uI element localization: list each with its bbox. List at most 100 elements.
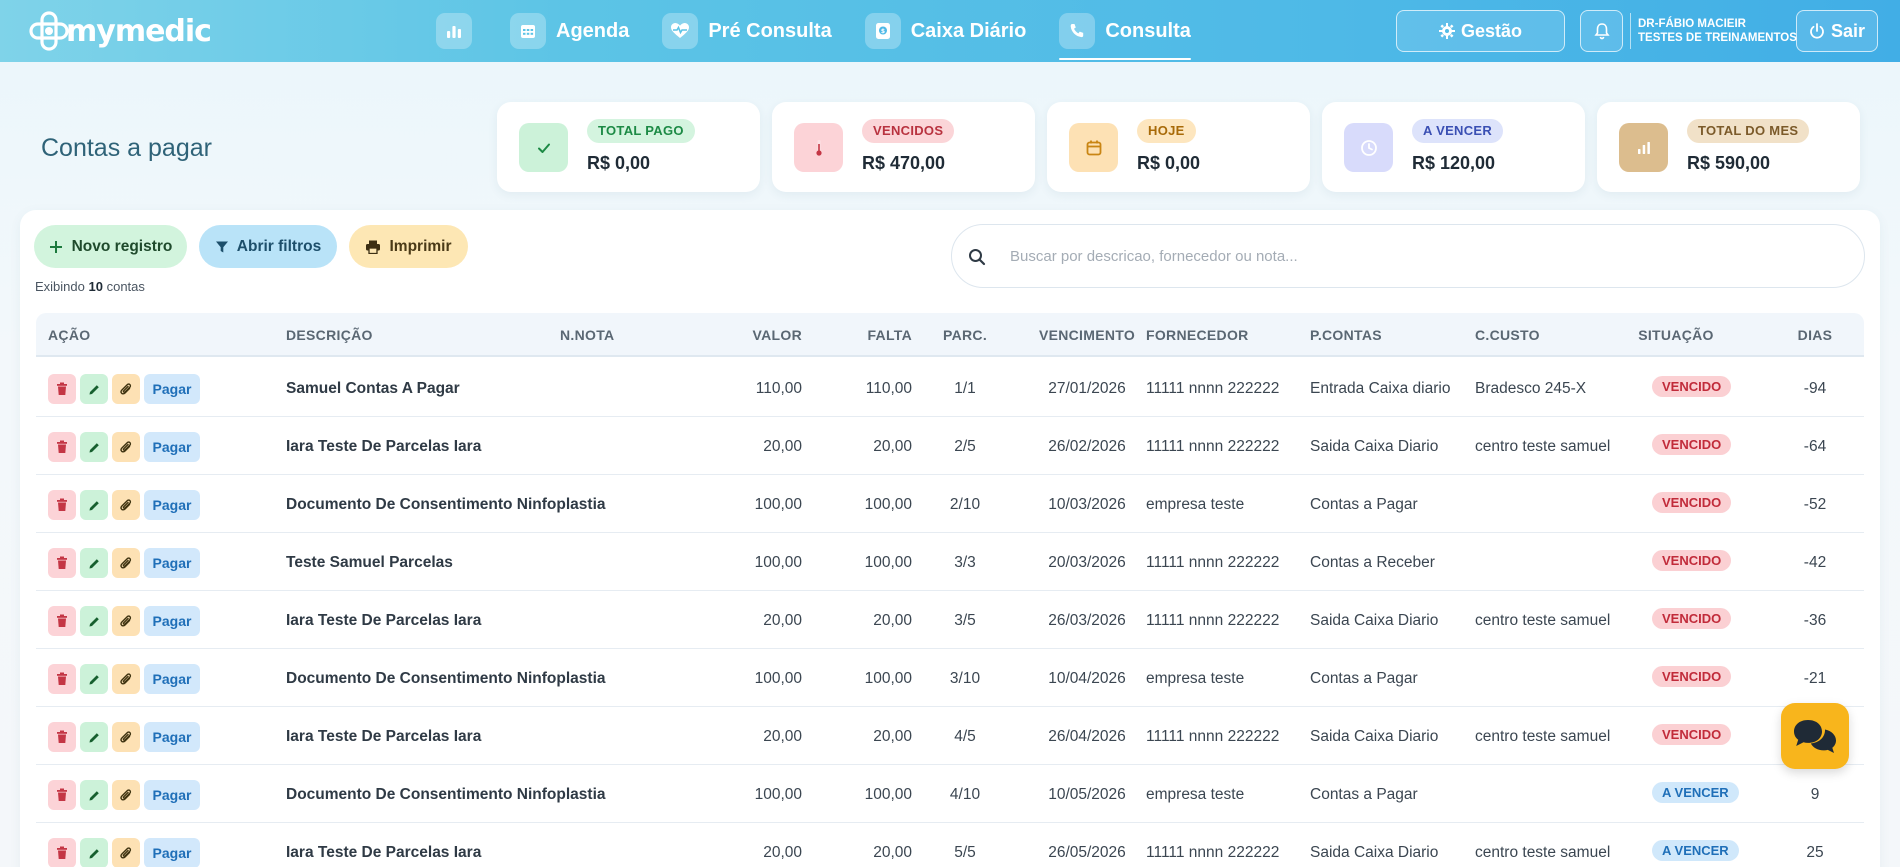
delete-button[interactable]: [48, 722, 76, 752]
delete-button[interactable]: [48, 838, 76, 867]
pay-button[interactable]: Pagar: [144, 490, 200, 520]
edit-button[interactable]: [80, 490, 108, 520]
search-box[interactable]: [951, 224, 1865, 288]
app-logo[interactable]: mymedic: [28, 10, 212, 52]
summary-card-vencidos[interactable]: VENCIDOS R$ 470,00: [772, 102, 1035, 192]
edit-button[interactable]: [80, 664, 108, 694]
attach-button[interactable]: [112, 838, 140, 867]
attach-button[interactable]: [112, 490, 140, 520]
table-row[interactable]: Pagar Iara Teste De Parcelas Iara 20,00 20,…: [36, 823, 1864, 867]
trash-icon: [56, 440, 68, 454]
attach-button[interactable]: [112, 432, 140, 462]
pencil-icon: [88, 789, 101, 802]
attach-button[interactable]: [112, 722, 140, 752]
col-header-falta[interactable]: FALTA: [836, 327, 912, 343]
status-badge: VENCIDO: [1652, 434, 1732, 455]
page-title: Contas a pagar: [41, 134, 212, 162]
col-header-valor[interactable]: VALOR: [726, 327, 802, 343]
cell-parc: 3/3: [954, 554, 976, 571]
pay-button[interactable]: Pagar: [144, 838, 200, 867]
calendar-icon: [510, 13, 546, 49]
attach-button[interactable]: [112, 664, 140, 694]
col-header-fornecedor[interactable]: FORNECEDOR: [1146, 327, 1249, 343]
pay-button[interactable]: Pagar: [144, 664, 200, 694]
table-row[interactable]: Pagar Iara Teste De Parcelas Iara 20,00 20,…: [36, 417, 1864, 475]
delete-button[interactable]: [48, 548, 76, 578]
cell-valor: 20,00: [763, 612, 802, 629]
edit-button[interactable]: [80, 780, 108, 810]
col-header-situacao[interactable]: SITUAÇÃO: [1616, 327, 1736, 343]
cell-valor: 100,00: [754, 670, 802, 687]
col-header-pcontas[interactable]: P.CONTAS: [1310, 327, 1382, 343]
cell-vencimento: 27/01/2026: [1048, 380, 1126, 397]
cell-parc: 4/5: [954, 728, 976, 745]
heart-pulse-icon: [662, 13, 699, 49]
table-row[interactable]: Pagar Documento De Consentimento Ninfopla…: [36, 475, 1864, 533]
printer-icon: [365, 240, 381, 254]
edit-button[interactable]: [80, 548, 108, 578]
attach-button[interactable]: [112, 606, 140, 636]
col-header-ccusto[interactable]: C.CUSTO: [1475, 327, 1540, 343]
pay-button[interactable]: Pagar: [144, 374, 200, 404]
col-header-parc[interactable]: PARC.: [920, 327, 1010, 343]
cell-parc: 3/5: [954, 612, 976, 629]
delete-button[interactable]: [48, 490, 76, 520]
table-row[interactable]: Pagar Teste Samuel Parcelas 100,00 100,00 3/…: [36, 533, 1864, 591]
table-row[interactable]: Pagar Documento De Consentimento Ninfopla…: [36, 765, 1864, 823]
paperclip-icon: [119, 614, 133, 629]
pencil-icon: [88, 441, 101, 454]
nav-item-agenda[interactable]: Agenda: [510, 0, 629, 62]
gestao-button[interactable]: Gestão: [1396, 10, 1565, 52]
delete-button[interactable]: [48, 374, 76, 404]
pay-button[interactable]: Pagar: [144, 548, 200, 578]
pencil-icon: [88, 499, 101, 512]
edit-button[interactable]: [80, 432, 108, 462]
edit-button[interactable]: [80, 838, 108, 867]
delete-button[interactable]: [48, 432, 76, 462]
pay-button[interactable]: Pagar: [144, 722, 200, 752]
nav-item-dashboard[interactable]: [436, 0, 482, 62]
delete-button[interactable]: [48, 606, 76, 636]
chat-button[interactable]: [1781, 703, 1849, 769]
edit-button[interactable]: [80, 722, 108, 752]
notifications-button[interactable]: [1580, 10, 1623, 52]
col-header-vencimento[interactable]: VENCIMENTO: [1012, 327, 1162, 343]
col-header-dias[interactable]: DIAS: [1776, 327, 1854, 343]
pay-button[interactable]: Pagar: [144, 606, 200, 636]
summary-card-hoje[interactable]: HOJE R$ 0,00: [1047, 102, 1310, 192]
edit-button[interactable]: [80, 374, 108, 404]
attach-button[interactable]: [112, 780, 140, 810]
delete-button[interactable]: [48, 664, 76, 694]
cell-fornecedor: empresa teste: [1146, 496, 1245, 513]
user-info[interactable]: DR-FÁBIO MACIEIR TESTES DE TREINAMENTOS: [1630, 13, 1797, 49]
pencil-icon: [88, 847, 101, 860]
nav-item-caixa-diario[interactable]: $ Caixa Diário: [864, 0, 1026, 62]
table-row[interactable]: Pagar Iara Teste De Parcelas Iara 20,00 20,…: [36, 591, 1864, 649]
delete-button[interactable]: [48, 780, 76, 810]
abrir-filtros-button[interactable]: Abrir filtros: [199, 225, 337, 268]
col-header-acao[interactable]: AÇÃO: [48, 327, 90, 343]
attach-button[interactable]: [112, 374, 140, 404]
edit-button[interactable]: [80, 606, 108, 636]
search-input[interactable]: [1010, 225, 1840, 287]
summary-card-total-do-mes[interactable]: TOTAL DO MES R$ 590,00: [1597, 102, 1860, 192]
trash-icon: [56, 614, 68, 628]
attach-button[interactable]: [112, 548, 140, 578]
logout-button[interactable]: Sair: [1796, 10, 1878, 52]
col-header-nnota[interactable]: N.NOTA: [560, 327, 614, 343]
cell-vencimento: 10/05/2026: [1048, 786, 1126, 803]
summary-card-total-pago[interactable]: TOTAL PAGO R$ 0,00: [497, 102, 760, 192]
imprimir-button[interactable]: Imprimir: [349, 225, 468, 268]
cell-parc: 2/5: [954, 438, 976, 455]
novo-registro-button[interactable]: Novo registro: [34, 225, 187, 268]
table-row[interactable]: Pagar Samuel Contas A Pagar 110,00 110,00 1/…: [36, 359, 1864, 417]
cell-pcontas: Entrada Caixa diario: [1310, 380, 1451, 397]
nav-item-consulta[interactable]: Consulta: [1059, 0, 1191, 62]
table-row[interactable]: Pagar Documento De Consentimento Ninfopla…: [36, 649, 1864, 707]
nav-item-pre-consulta[interactable]: Pré Consulta: [662, 0, 832, 62]
table-row[interactable]: Pagar Iara Teste De Parcelas Iara 20,00 20,…: [36, 707, 1864, 765]
pay-button[interactable]: Pagar: [144, 432, 200, 462]
summary-card-a-vencer[interactable]: A VENCER R$ 120,00: [1322, 102, 1585, 192]
col-header-descricao[interactable]: DESCRIÇÃO: [286, 327, 373, 343]
pay-button[interactable]: Pagar: [144, 780, 200, 810]
